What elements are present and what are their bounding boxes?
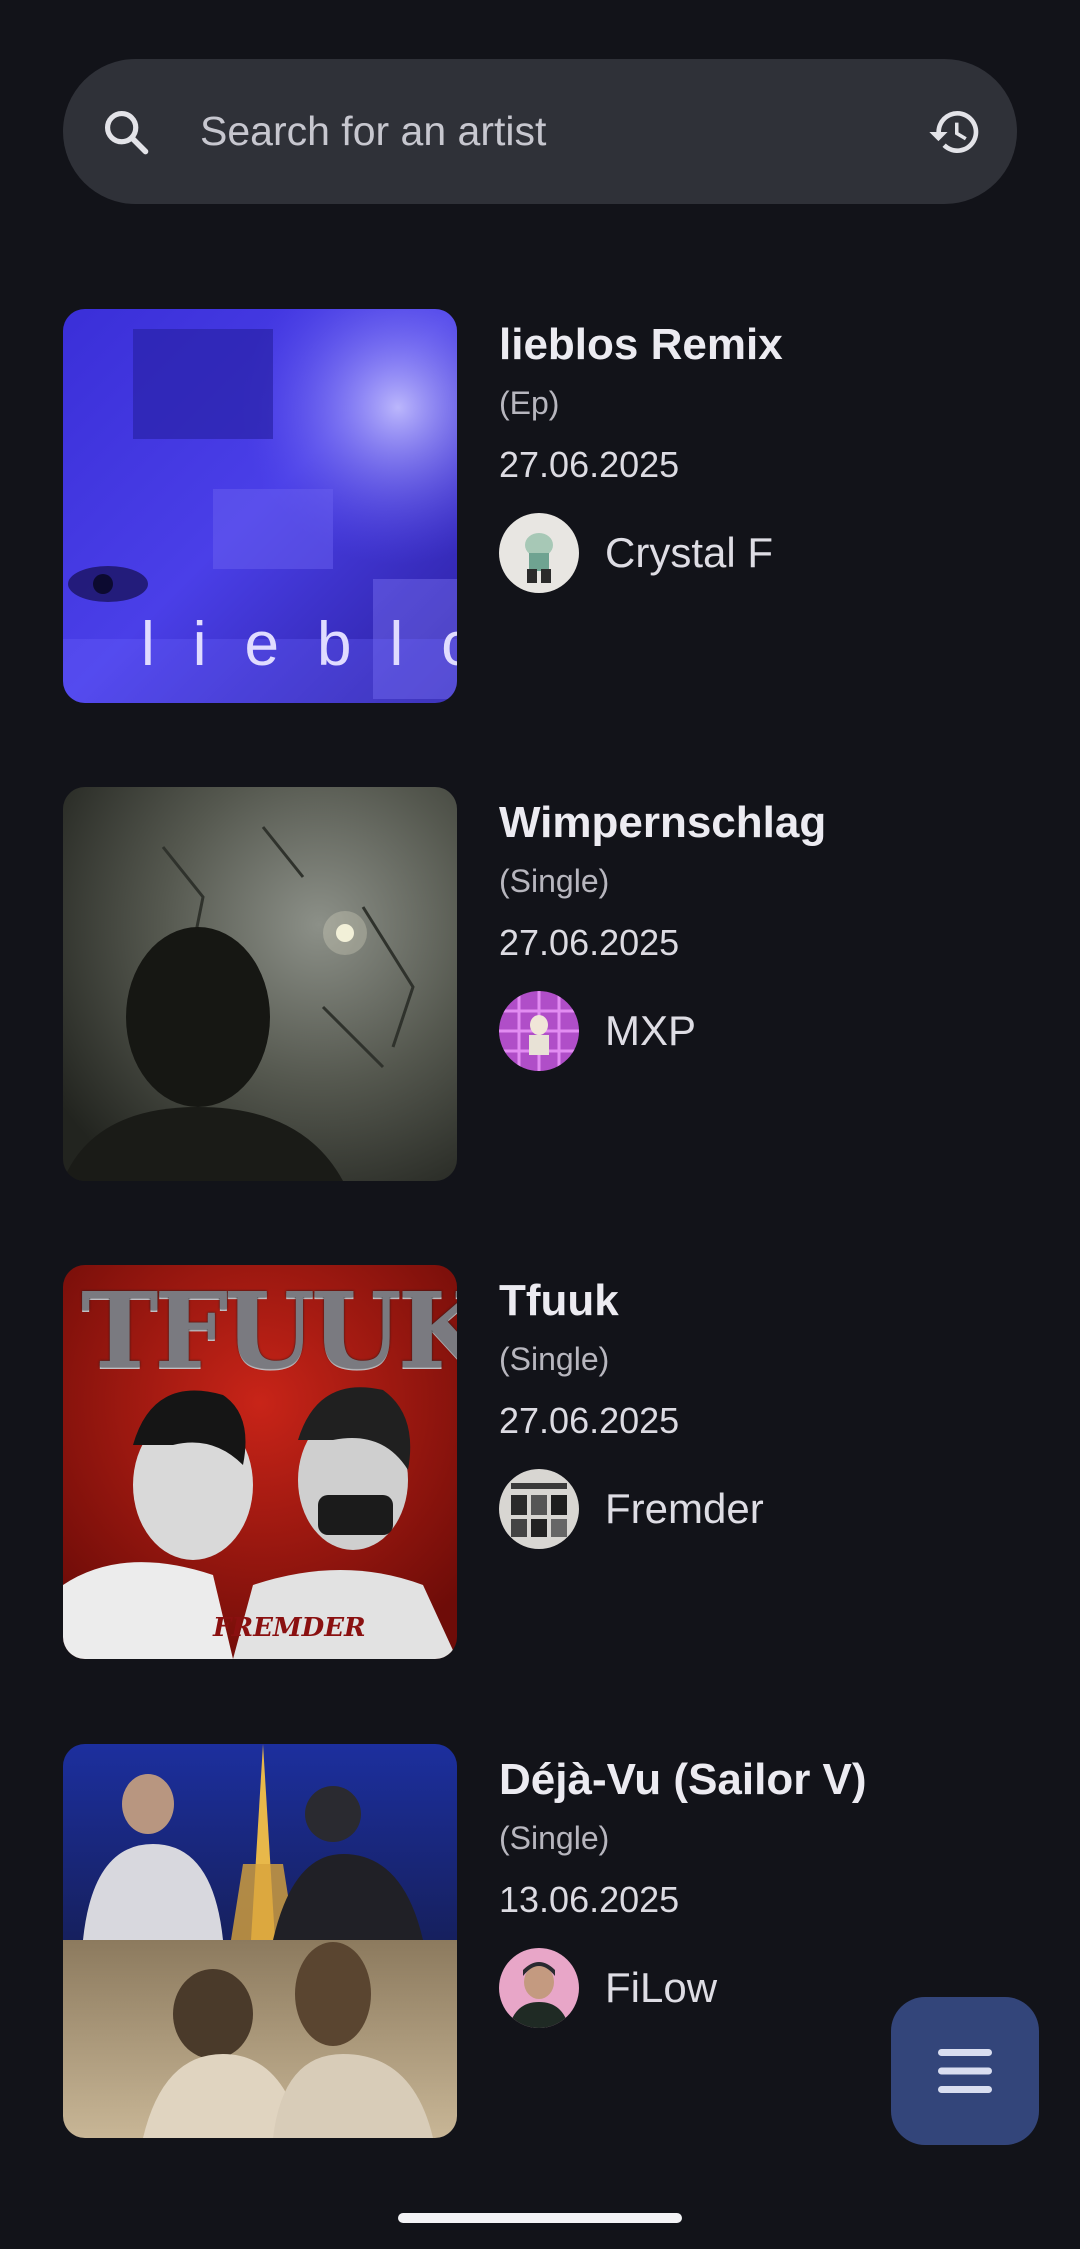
history-icon[interactable]: [927, 104, 983, 160]
artist-avatar: [499, 1948, 579, 2028]
cover-text: lieblos: [141, 610, 457, 679]
artist-name: MXP: [605, 1007, 697, 1054]
menu-icon: [938, 2049, 992, 2093]
artist-name: Fremder: [605, 1485, 764, 1532]
release-date: 13.06.2025: [499, 1879, 680, 1920]
release-type: (Single): [499, 1341, 610, 1377]
artist-chip[interactable]: Crystal F: [499, 513, 773, 593]
release-type: (Single): [499, 1820, 610, 1856]
release-date: 27.06.2025: [499, 922, 680, 963]
release-title: Wimpernschlag: [499, 798, 827, 847]
cover-title-text: TFUUK: [81, 1269, 457, 1392]
album-cover[interactable]: lieblos: [63, 309, 457, 703]
album-cover[interactable]: TFUUK FREMDER: [63, 1265, 457, 1659]
artist-chip[interactable]: MXP: [499, 991, 696, 1071]
screen: lieblos lieblos Remix (Ep) 27.06.2025: [0, 0, 1080, 2249]
artist-chip[interactable]: Fremder: [499, 1469, 764, 1549]
artist-chip[interactable]: FiLow: [499, 1948, 717, 2028]
search-input[interactable]: [200, 59, 920, 204]
release-title: lieblos Remix: [499, 320, 783, 369]
search-bar[interactable]: [63, 59, 1017, 204]
artist-name: FiLow: [605, 1964, 718, 2011]
release-date: 27.06.2025: [499, 444, 680, 485]
cover-label-text: FREMDER: [213, 1613, 366, 1643]
gesture-nav-handle[interactable]: [398, 2213, 682, 2223]
artist-name: Crystal F: [605, 529, 773, 576]
release-item[interactable]: lieblos lieblos Remix (Ep) 27.06.2025: [63, 309, 1017, 703]
menu-button[interactable]: [891, 1997, 1039, 2145]
release-title: Déjà-Vu (Sailor V): [499, 1755, 867, 1804]
release-item[interactable]: Wimpernschlag (Single) 27.06.2025 MXP: [63, 787, 1017, 1181]
search-icon[interactable]: [100, 106, 152, 158]
album-cover[interactable]: [63, 1744, 457, 2138]
release-title: Tfuuk: [499, 1276, 619, 1325]
album-cover[interactable]: [63, 787, 457, 1181]
release-type: (Single): [499, 863, 610, 899]
release-date: 27.06.2025: [499, 1400, 680, 1441]
artist-avatar: [499, 1469, 579, 1549]
artist-avatar: [499, 513, 579, 593]
release-item[interactable]: Déjà-Vu (Sailor V) (Single) 13.06.2025 F…: [63, 1744, 1017, 2138]
release-item[interactable]: TFUUK FREMDER Tfuuk (Single) 27.06.2025: [63, 1265, 1017, 1659]
artist-avatar: [499, 991, 579, 1071]
release-type: (Ep): [499, 385, 560, 421]
